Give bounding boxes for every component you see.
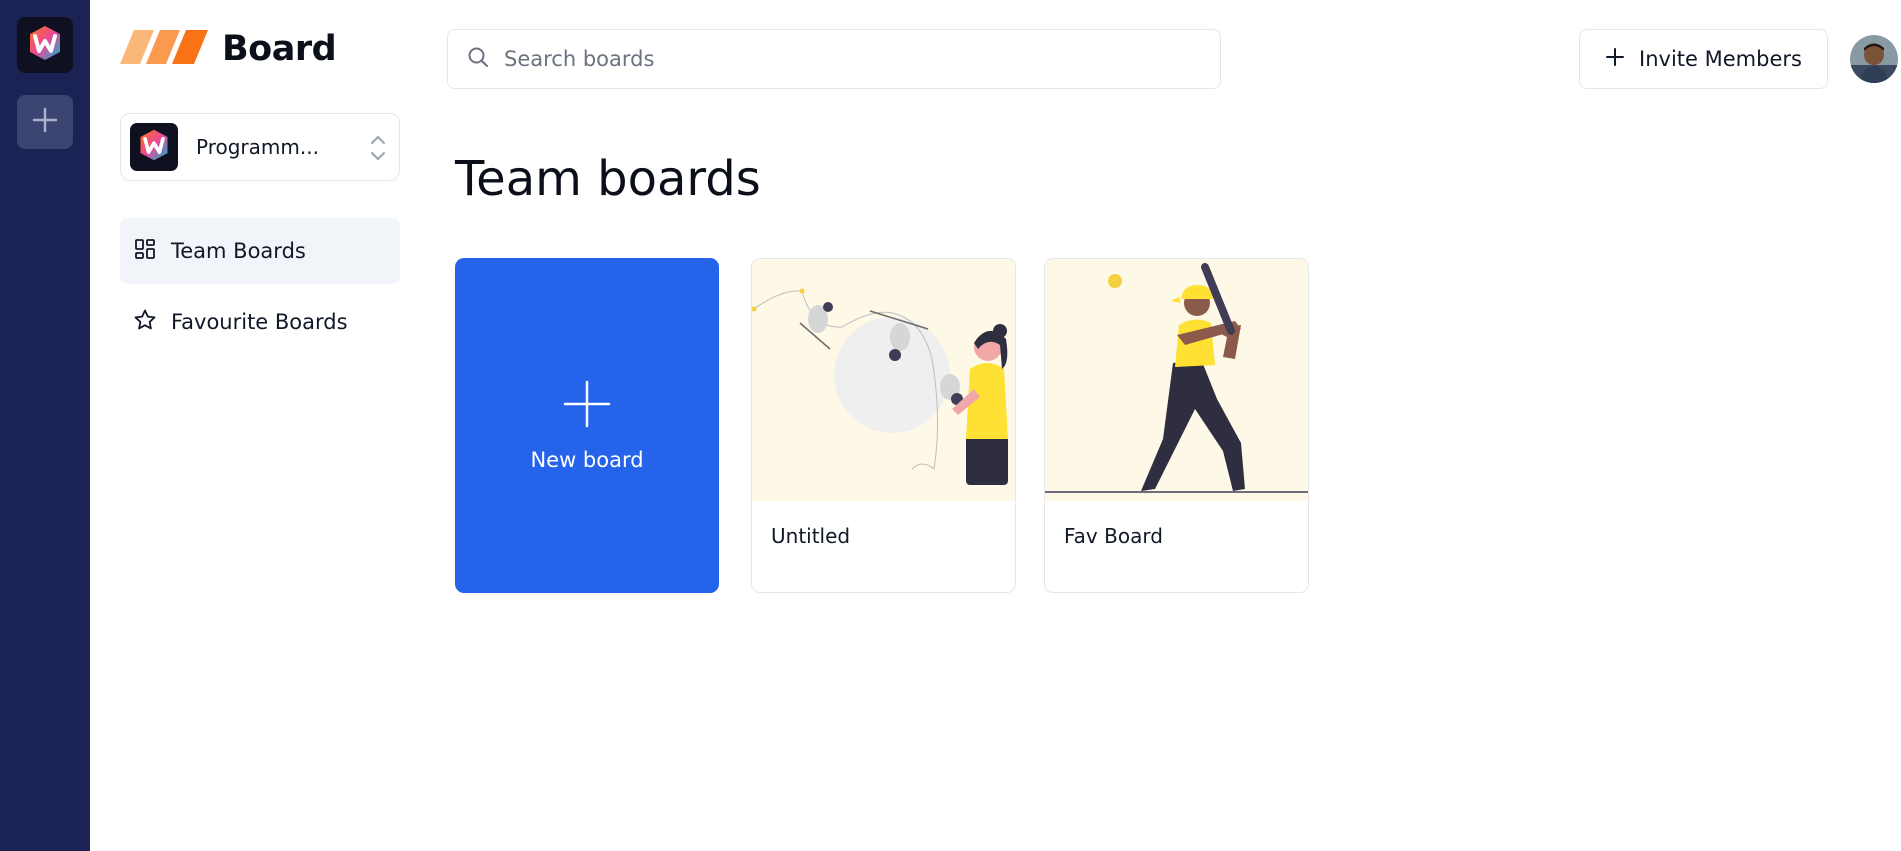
nav-item-label: Team Boards — [171, 239, 306, 263]
search-box[interactable] — [447, 29, 1221, 89]
board-thumbnail — [1045, 259, 1308, 501]
search-input[interactable] — [504, 47, 1184, 71]
app-title: Board — [222, 29, 337, 69]
baseball-player-illustration — [1045, 263, 1308, 493]
search-icon — [466, 45, 490, 73]
plus-icon — [31, 106, 59, 138]
new-board-button[interactable]: New board — [455, 258, 719, 593]
chevron-up-down-icon — [369, 132, 387, 168]
nav-item-favourite-boards[interactable]: Favourite Boards — [120, 289, 400, 355]
org-switcher[interactable]: Programm... — [120, 113, 400, 181]
org-rail — [0, 0, 90, 851]
nav-item-team-boards[interactable]: Team Boards — [120, 218, 400, 284]
board-card[interactable]: Untitled — [751, 258, 1016, 593]
board-card[interactable]: Fav Board — [1044, 258, 1309, 593]
add-organization-button[interactable] — [17, 95, 73, 149]
nav-item-label: Favourite Boards — [171, 310, 348, 334]
page-title: Team boards — [455, 151, 761, 207]
board-thumbnail — [752, 259, 1015, 501]
workspace-logo-icon — [136, 127, 172, 167]
org-name: Programm... — [196, 135, 319, 159]
board-title: Fav Board — [1064, 524, 1163, 548]
app-logo[interactable]: Board — [120, 28, 337, 70]
woman-fishing-illustration — [752, 288, 1008, 485]
sidebar: Board Programm... Team Boards Favourite … — [90, 0, 420, 851]
invite-members-label: Invite Members — [1639, 47, 1802, 71]
org-avatar — [130, 123, 178, 171]
board-title: Untitled — [771, 524, 851, 548]
new-board-label: New board — [530, 447, 644, 472]
rail-org-button[interactable] — [17, 17, 73, 73]
user-avatar[interactable] — [1850, 35, 1898, 83]
workspace-logo-icon — [25, 23, 65, 67]
stripes-logo-icon — [120, 28, 208, 70]
invite-members-button[interactable]: Invite Members — [1579, 29, 1828, 89]
plus-icon — [1605, 47, 1625, 71]
plus-icon — [563, 380, 611, 432]
star-icon — [133, 308, 157, 336]
dashboard-grid-icon — [133, 237, 157, 265]
